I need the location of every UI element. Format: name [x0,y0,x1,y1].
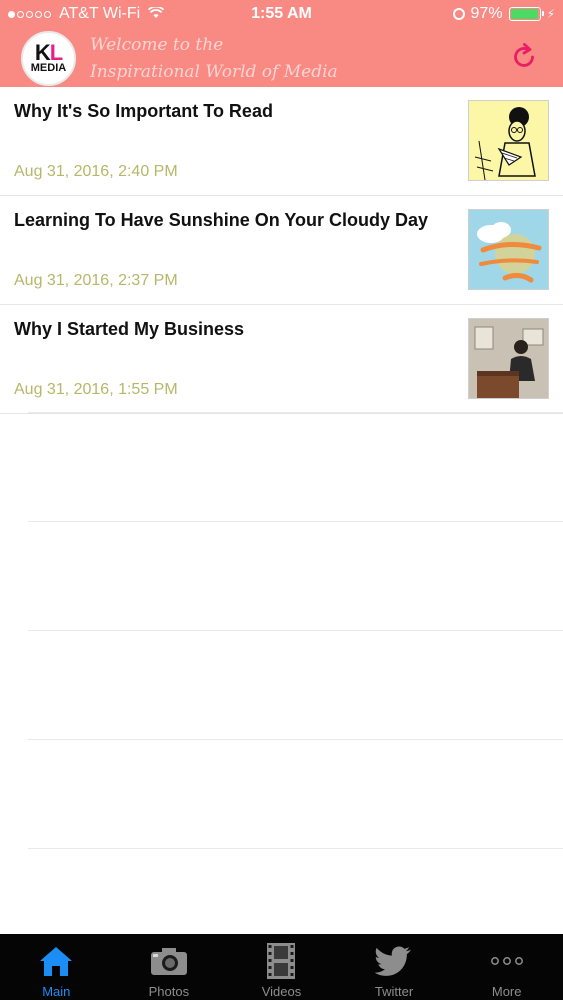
camera-icon [150,942,188,980]
home-icon [37,942,75,980]
post-item[interactable]: Why It's So Important To Read Aug 31, 20… [0,87,563,196]
kl-media-logo: KL MEDIA [21,31,76,86]
status-bar: AT&T Wi-Fi 1:55 AM 97% ⚡ [0,0,563,30]
welcome-line-2: Inspirational World of Media [90,62,338,82]
tab-photos[interactable]: Photos [113,934,226,1000]
post-thumbnail-sunshine [468,209,549,290]
tab-label: Videos [261,984,302,999]
post-date: Aug 31, 2016, 1:55 PM [14,381,178,398]
tab-label: Photos [148,984,190,999]
battery-percent: 97% [470,5,503,22]
post-thumbnail-reading [468,100,549,181]
empty-row-separator [28,521,563,522]
app-header: AT&T Wi-Fi 1:55 AM 97% ⚡ KL MEDIA Welcom… [0,0,563,87]
empty-row-separator [28,412,563,413]
tab-label: Twitter [374,984,414,999]
post-title: Why I Started My Business [14,319,245,339]
post-feed: Why It's So Important To Read Aug 31, 20… [0,87,563,414]
tab-twitter[interactable]: Twitter [338,934,451,1000]
charging-icon: ⚡ [546,7,555,21]
empty-row-separator [28,848,563,849]
film-icon [262,942,300,980]
tab-more[interactable]: More [450,934,563,1000]
empty-row-separator [28,739,563,740]
tab-label: Main [42,984,71,999]
more-icon [488,942,526,980]
refresh-button[interactable] [509,42,539,72]
refresh-icon [514,43,534,67]
post-title: Learning To Have Sunshine On Your Cloudy… [14,210,429,230]
tab-bar: Main Photos Videos Twitter More [0,934,563,1000]
welcome-banner: Welcome to the Inspirational World of Me… [90,32,338,86]
post-item[interactable]: Learning To Have Sunshine On Your Cloudy… [0,196,563,305]
tab-videos[interactable]: Videos [225,934,338,1000]
post-date: Aug 31, 2016, 2:37 PM [14,272,178,289]
empty-row-separator [28,630,563,631]
post-thumbnail-business [468,318,549,399]
rotation-lock-icon [452,8,465,20]
tab-main[interactable]: Main [0,934,113,1000]
tab-label: More [491,984,522,999]
post-title: Why It's So Important To Read [14,101,273,121]
post-date: Aug 31, 2016, 2:40 PM [14,163,178,180]
welcome-line-1: Welcome to the [90,35,224,55]
bird-icon [375,942,413,980]
post-item[interactable]: Why I Started My Business Aug 31, 2016, … [0,305,563,414]
battery-icon [508,7,544,21]
